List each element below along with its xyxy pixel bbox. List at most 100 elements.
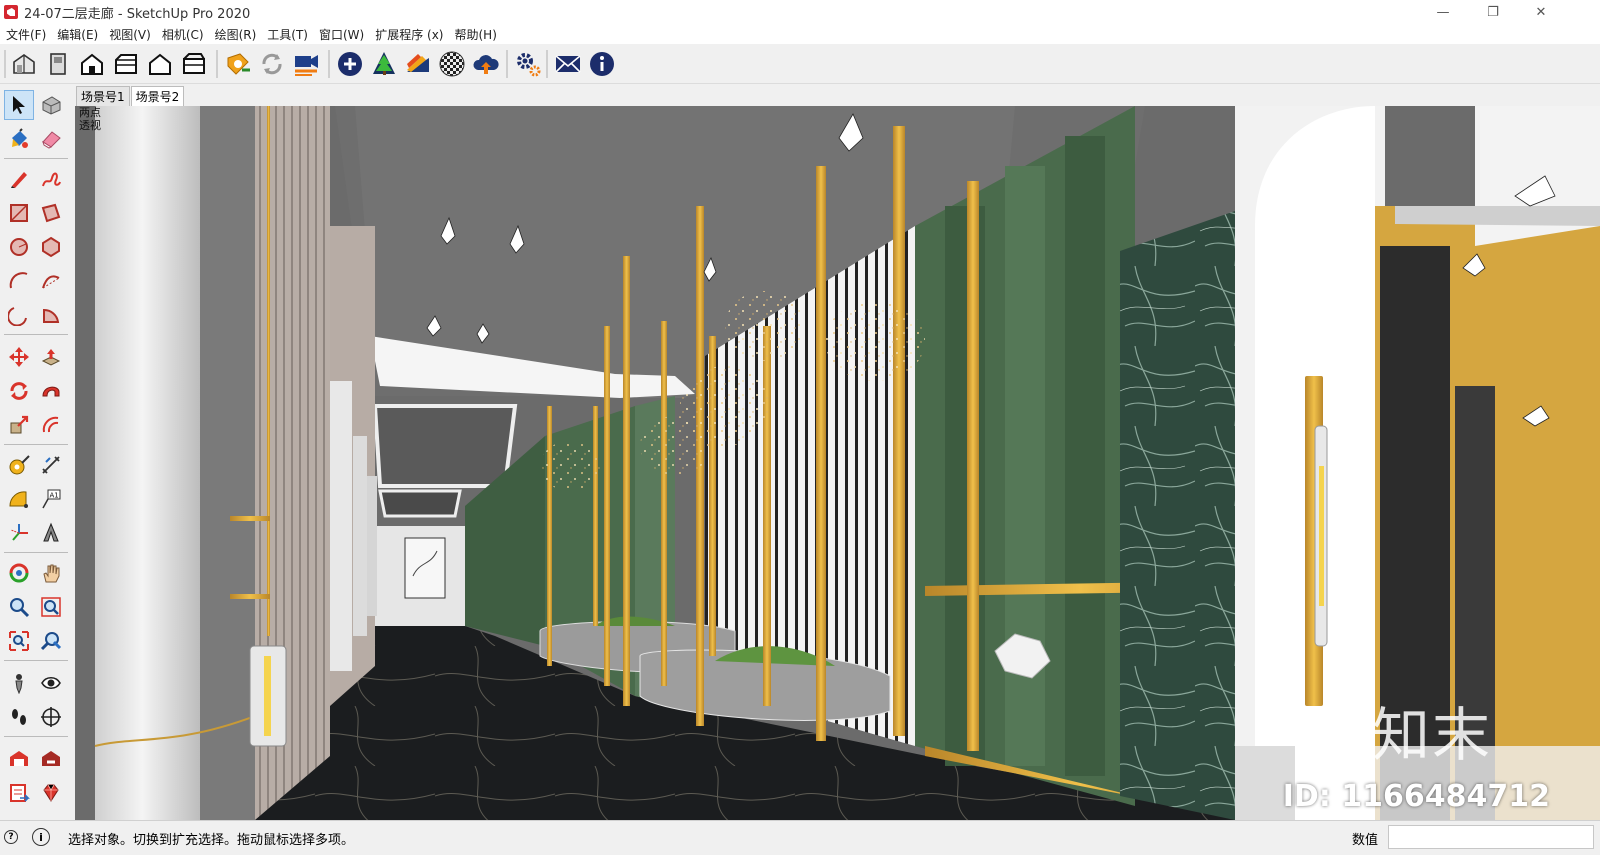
menu-extensions[interactable]: 扩展程序 (x) <box>369 26 448 43</box>
eraser-icon[interactable] <box>36 124 66 154</box>
circle-icon[interactable] <box>4 232 34 262</box>
rectangle-icon[interactable] <box>4 198 34 228</box>
instructor-info-icon[interactable]: i <box>32 828 50 846</box>
right-view-icon[interactable] <box>110 48 142 80</box>
iso-view-icon[interactable] <box>8 48 40 80</box>
info-icon[interactable] <box>586 48 618 80</box>
palette-separator <box>4 552 68 553</box>
axes-icon[interactable] <box>4 518 34 548</box>
menu-file[interactable]: 文件(F) <box>0 26 51 43</box>
polygon-icon[interactable] <box>36 232 66 262</box>
watermark-logo: 知末 <box>1371 701 1492 769</box>
refresh-icon[interactable] <box>256 48 288 80</box>
dimension-icon[interactable] <box>36 450 66 480</box>
protractor-icon[interactable] <box>4 484 34 514</box>
export-plugin-icon[interactable] <box>222 48 254 80</box>
left-view-icon[interactable] <box>178 48 210 80</box>
follow-me-icon[interactable] <box>36 376 66 406</box>
left-tool-palette: A1 <box>0 86 72 821</box>
restore-button[interactable]: ❐ <box>1470 0 1516 24</box>
scale-icon[interactable] <box>4 410 34 440</box>
camera-mode-line-2: 透视 <box>79 119 101 132</box>
scene-camera-icon[interactable] <box>290 48 322 80</box>
mail-envelope-icon[interactable] <box>552 48 584 80</box>
toolbar-separator <box>546 50 548 78</box>
tab-scene-2[interactable]: 场景号2 <box>130 86 185 106</box>
camera-mode-label: 两点 透视 <box>79 106 101 132</box>
back-view-icon[interactable] <box>144 48 176 80</box>
toolbar-separator <box>4 50 6 78</box>
menu-window[interactable]: 窗口(W) <box>313 26 369 43</box>
layers-slices-icon[interactable] <box>402 48 434 80</box>
measurements-label: 数值 <box>1352 833 1379 848</box>
svg-text:A1: A1 <box>50 492 59 500</box>
minimize-button[interactable]: — <box>1420 0 1466 24</box>
checker-sphere-icon[interactable] <box>436 48 468 80</box>
make-component-icon[interactable] <box>36 90 66 120</box>
measurements-input[interactable] <box>1388 825 1594 849</box>
cloud-upload-icon[interactable] <box>470 48 502 80</box>
extension-warehouse-icon[interactable] <box>36 744 66 774</box>
menu-edit[interactable]: 编辑(E) <box>51 26 103 43</box>
front-view-icon[interactable] <box>76 48 108 80</box>
add-circle-icon[interactable] <box>334 48 366 80</box>
palette-separator <box>4 660 68 661</box>
freehand-icon[interactable] <box>36 164 66 194</box>
window-title: 24-07二层走廊 - SketchUp Pro 2020 <box>24 6 251 22</box>
text-label-icon[interactable]: A1 <box>36 484 66 514</box>
palette-separator <box>4 444 68 445</box>
sketchup-app-icon <box>4 5 18 19</box>
rotated-rectangle-icon[interactable] <box>36 198 66 228</box>
previous-view-icon[interactable] <box>36 626 66 656</box>
close-button[interactable]: ✕ <box>1518 0 1564 24</box>
status-message: 选择对象。切换到扩充选择。拖动鼠标选择多项。 <box>68 833 355 848</box>
3d-text-icon[interactable] <box>36 518 66 548</box>
select-arrow-icon[interactable] <box>4 90 34 120</box>
ruby-console-icon[interactable] <box>36 778 66 808</box>
three-point-arc-icon[interactable] <box>4 300 34 330</box>
section-plane-icon[interactable] <box>36 702 66 732</box>
send-to-layout-icon[interactable] <box>4 778 34 808</box>
camera-mode-line-1: 两点 <box>79 106 101 119</box>
menu-help[interactable]: 帮助(H) <box>448 26 501 43</box>
model-viewport[interactable]: 两点 透视 知末 ID: 1166484712 <box>75 106 1600 820</box>
menu-tools[interactable]: 工具(T) <box>261 26 313 43</box>
paint-bucket-icon[interactable] <box>4 124 34 154</box>
palette-separator <box>4 334 68 335</box>
zoom-extents-icon[interactable] <box>4 626 34 656</box>
walk-footprints-icon[interactable] <box>4 702 34 732</box>
warehouse-icon[interactable] <box>4 744 34 774</box>
scene-tabs: 场景号1 场景号2 <box>76 86 185 106</box>
zoom-window-icon[interactable] <box>36 592 66 622</box>
sketchup-window: 24-07二层走廊 - SketchUp Pro 2020 — ❐ ✕ 文件(F… <box>0 0 1600 855</box>
toolbar-separator <box>328 50 330 78</box>
menu-camera[interactable]: 相机(C) <box>156 26 209 43</box>
two-point-arc-icon[interactable] <box>36 266 66 296</box>
top-view-icon[interactable] <box>42 48 74 80</box>
toolbar-separator <box>216 50 218 78</box>
rotate-icon[interactable] <box>4 376 34 406</box>
palette-separator <box>4 158 68 159</box>
orbit-icon[interactable] <box>4 558 34 588</box>
arc-icon[interactable] <box>4 266 34 296</box>
palette-separator <box>4 736 68 737</box>
line-pencil-icon[interactable] <box>4 164 34 194</box>
push-pull-icon[interactable] <box>36 342 66 372</box>
geo-location-icon[interactable]: ? <box>4 830 18 844</box>
toolbar-separator <box>506 50 508 78</box>
pan-hand-icon[interactable] <box>36 558 66 588</box>
tab-scene-1[interactable]: 场景号1 <box>76 86 130 106</box>
look-around-eye-icon[interactable] <box>36 668 66 698</box>
offset-icon[interactable] <box>36 410 66 440</box>
menu-draw[interactable]: 绘图(R) <box>209 26 262 43</box>
pie-icon[interactable] <box>36 300 66 330</box>
tree-component-icon[interactable] <box>368 48 400 80</box>
position-camera-icon[interactable] <box>4 668 34 698</box>
settings-gear-icon[interactable] <box>512 48 544 80</box>
zoom-icon[interactable] <box>4 592 34 622</box>
menu-view[interactable]: 视图(V) <box>103 26 156 43</box>
tape-measure-icon[interactable] <box>4 450 34 480</box>
watermark-id: ID: 1166484712 <box>1282 779 1550 814</box>
move-icon[interactable] <box>4 342 34 372</box>
menu-bar: 文件(F) 编辑(E) 视图(V) 相机(C) 绘图(R) 工具(T) 窗口(W… <box>0 24 1600 44</box>
